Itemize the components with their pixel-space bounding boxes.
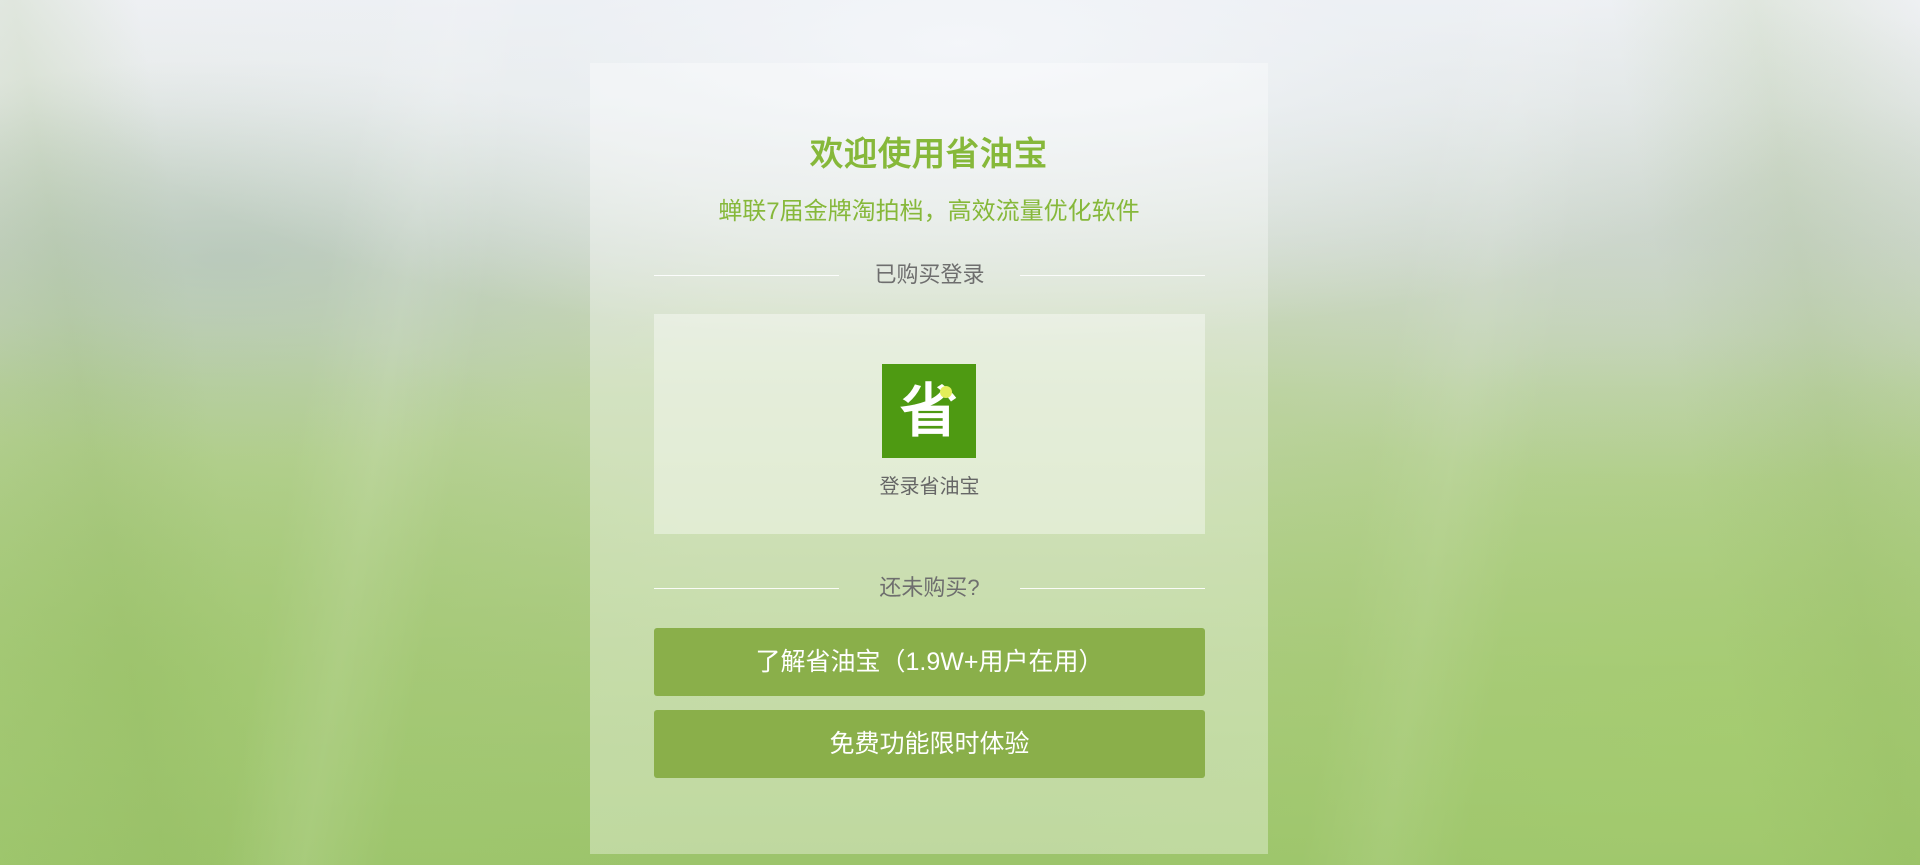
not-bought-divider: 还未购买? <box>654 573 1205 603</box>
login-app-button[interactable]: 省 登录省油宝 <box>654 314 1205 534</box>
login-app-label: 登录省油宝 <box>879 476 980 498</box>
bought-divider: 已购买登录 <box>654 260 1205 290</box>
divider-line-right <box>1020 588 1205 589</box>
divider-line-right <box>1020 275 1205 276</box>
login-card: 欢迎使用省油宝 蝉联7届金牌淘拍档，高效流量优化软件 已购买登录 省 登录省油宝… <box>590 63 1268 854</box>
free-trial-button[interactable]: 免费功能限时体验 <box>654 710 1205 778</box>
page-title: 欢迎使用省油宝 <box>810 135 1048 172</box>
app-logo-icon: 省 <box>882 364 976 458</box>
app-logo-dot <box>940 386 952 398</box>
page-subtitle: 蝉联7届金牌淘拍档，高效流量优化软件 <box>718 198 1140 225</box>
learn-more-button[interactable]: 了解省油宝（1.9W+用户在用） <box>654 628 1205 696</box>
